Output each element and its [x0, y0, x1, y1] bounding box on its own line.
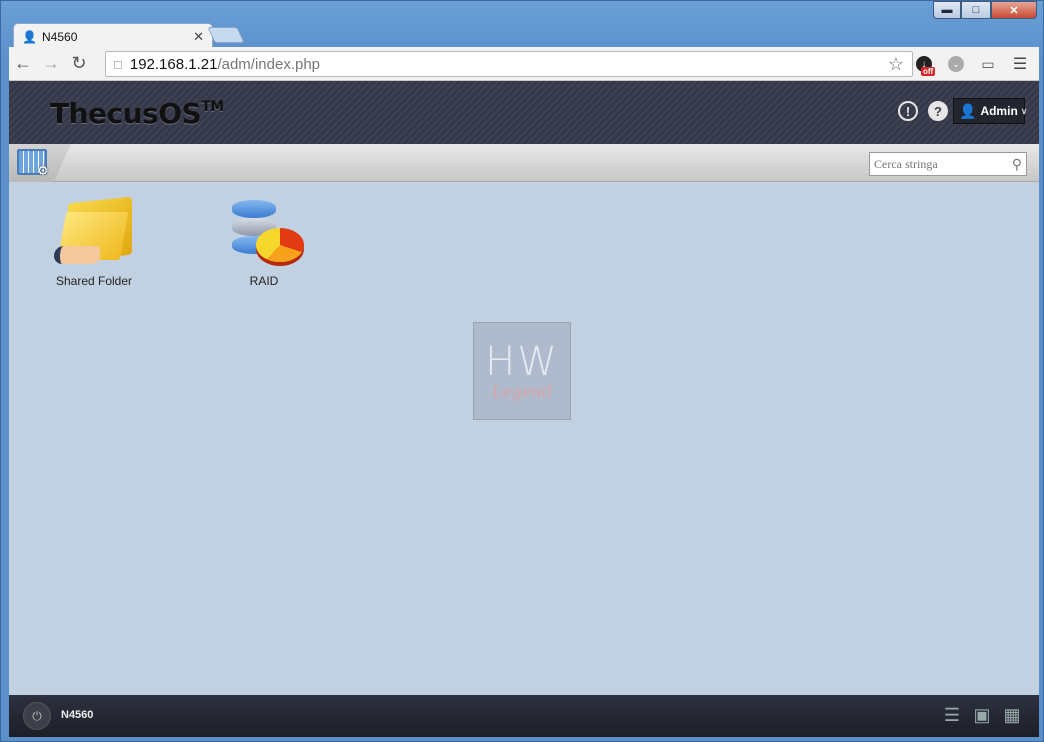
pocket-extension-icon[interactable]: ⌄ [945, 53, 967, 75]
network-icon[interactable]: ▦ [1001, 703, 1023, 727]
forward-arrow-icon[interactable]: → [37, 50, 65, 78]
raid-icon [224, 198, 304, 270]
cast-icon[interactable]: ▭ [977, 53, 999, 75]
address-bar[interactable]: □ 192.168.1.21/adm/index.php ☆ [105, 51, 913, 77]
shared-folder-app[interactable]: Shared Folder [39, 196, 149, 288]
tab-close-icon[interactable]: ✕ [193, 29, 204, 45]
page-icon: □ [114, 56, 122, 72]
url-path: /adm/index.php [217, 55, 321, 73]
browser-window: ▬ □ ✕ 👤 N4560 ✕ ← → ↻ □ 192.168.1.21/adm… [0, 0, 1044, 742]
reload-icon[interactable]: ↻ [65, 50, 93, 78]
search-input[interactable] [874, 156, 1004, 172]
disk-icon[interactable]: ▣ [971, 703, 993, 727]
desktop-tab[interactable]: ⚙ [9, 144, 71, 182]
close-window-button[interactable]: ✕ [991, 1, 1037, 19]
alert-icon[interactable]: ! [898, 101, 918, 121]
back-arrow-icon[interactable]: ← [9, 50, 37, 78]
chevron-down-icon: ∨ [1020, 105, 1028, 116]
user-menu-button[interactable]: 👤 Admin ∨ [953, 98, 1028, 124]
bookmark-star-icon[interactable]: ☆ [888, 54, 904, 75]
user-icon: 👤 [959, 102, 977, 119]
app-label: Shared Folder [55, 274, 133, 288]
raid-app[interactable]: RAID [209, 198, 319, 288]
user-favicon-icon: 👤 [22, 29, 37, 44]
browser-tab[interactable]: 👤 N4560 ✕ [13, 23, 213, 49]
device-name: N4560 [61, 709, 94, 721]
gear-icon: ⚙ [37, 163, 49, 178]
storage-icon[interactable]: ☰ [941, 703, 963, 727]
search-icon[interactable]: ⚲ [1012, 156, 1022, 173]
url-host: 192.168.1.21 [129, 55, 218, 73]
hwlegend-watermark: HW Legend [473, 322, 571, 420]
status-bar: ⏻ N4560 ☰ ▣ ▦ [9, 695, 1039, 737]
search-box: ⚲ [869, 152, 1027, 176]
user-label: Admin [980, 104, 1018, 118]
help-icon[interactable]: ? [928, 101, 948, 121]
tab-title: N4560 [42, 29, 78, 44]
extension-off-badge: off [921, 67, 936, 76]
menu-icon[interactable]: ☰ [1009, 53, 1031, 75]
app-label: RAID [249, 274, 279, 288]
power-icon[interactable]: ⏻ [23, 702, 51, 730]
maximize-button[interactable]: □ [961, 1, 991, 19]
desktop-toolbar: ⚙ ⚲ [9, 144, 1039, 182]
browser-toolbar: ← → ↻ □ 192.168.1.21/adm/index.php ☆ ↓ o… [9, 47, 1039, 81]
app-header: ThecusOSTM ! ? 👤 Admin ∨ [9, 81, 1039, 144]
tab-strip: 👤 N4560 ✕ [9, 21, 1039, 49]
minimize-button[interactable]: ▬ [933, 1, 961, 19]
desktop-area: Shared Folder RAID HW Legend [9, 182, 1039, 695]
window-controls: ▬ □ ✕ [933, 1, 1037, 19]
shared-folder-icon [54, 196, 134, 270]
new-tab-button[interactable] [207, 27, 245, 43]
thecus-logo: ThecusOSTM [50, 97, 224, 130]
